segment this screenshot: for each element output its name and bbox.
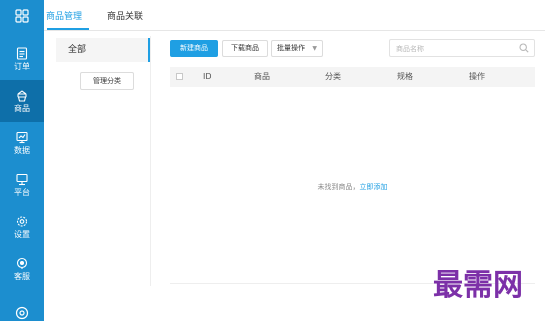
search-input[interactable] bbox=[394, 41, 518, 57]
tab-product-association[interactable]: 商品关联 bbox=[107, 9, 143, 22]
empty-state-text: 未找到商品， bbox=[317, 183, 360, 191]
column-header-actions: 操作 bbox=[469, 72, 485, 81]
select-all-checkbox[interactable] bbox=[176, 73, 183, 80]
customer-service-icon bbox=[16, 257, 28, 269]
empty-state: 未找到商品，立即添加 bbox=[170, 182, 535, 192]
sidebar-item-label: 数据 bbox=[14, 146, 30, 155]
sidebar: 订单 商品 数据 平台 设置 客服 bbox=[0, 0, 44, 321]
batch-actions-label: 批量操作 bbox=[277, 44, 305, 52]
watermark-text: 最需网 bbox=[433, 268, 523, 303]
manage-category-button[interactable]: 管理分类 bbox=[80, 72, 134, 90]
table-header: ID 商品 分类 规格 操作 bbox=[170, 67, 535, 87]
column-header-id: ID bbox=[203, 72, 212, 81]
column-header-category: 分类 bbox=[325, 72, 341, 81]
sidebar-item-data[interactable]: 数据 bbox=[0, 122, 44, 164]
sidebar-item-label: 商品 bbox=[14, 104, 30, 113]
top-tab-bar: 商品管理 商品关联 bbox=[44, 0, 545, 31]
category-item-all[interactable]: 全部 bbox=[56, 38, 150, 62]
sidebar-item-label: 订单 bbox=[14, 62, 30, 71]
app-grid-icon[interactable] bbox=[0, 0, 44, 32]
circle-icon bbox=[15, 306, 29, 320]
platform-icon bbox=[16, 173, 28, 186]
sidebar-item-label: 平台 bbox=[14, 188, 30, 197]
new-product-button[interactable]: 新建商品 bbox=[170, 40, 218, 57]
settings-icon bbox=[16, 216, 28, 227]
download-products-button[interactable]: 下载商品 bbox=[222, 40, 268, 57]
sidebar-item-platform[interactable]: 平台 bbox=[0, 164, 44, 206]
sidebar-item-settings[interactable]: 设置 bbox=[0, 206, 44, 248]
product-icon bbox=[17, 90, 27, 102]
sidebar-item-customer-service[interactable]: 客服 bbox=[0, 248, 44, 290]
sidebar-item-more[interactable] bbox=[0, 306, 44, 326]
column-header-spec: 规格 bbox=[397, 72, 413, 81]
batch-actions-dropdown[interactable]: 批量操作 ▼ bbox=[271, 40, 323, 57]
column-header-product: 商品 bbox=[254, 72, 270, 81]
sidebar-item-label: 客服 bbox=[14, 272, 30, 281]
add-now-link[interactable]: 立即添加 bbox=[360, 183, 388, 191]
sidebar-item-orders[interactable]: 订单 bbox=[0, 38, 44, 80]
active-tab-indicator bbox=[47, 28, 89, 30]
search-icon[interactable] bbox=[519, 43, 529, 53]
order-icon bbox=[16, 47, 28, 60]
tab-product-management[interactable]: 商品管理 bbox=[46, 9, 82, 22]
chevron-down-icon: ▼ bbox=[312, 45, 317, 52]
sidebar-item-label: 设置 bbox=[14, 230, 30, 239]
category-panel: 全部 管理分类 bbox=[56, 36, 151, 286]
data-icon bbox=[16, 131, 28, 144]
product-search bbox=[389, 39, 535, 57]
sidebar-item-products[interactable]: 商品 bbox=[0, 80, 44, 122]
